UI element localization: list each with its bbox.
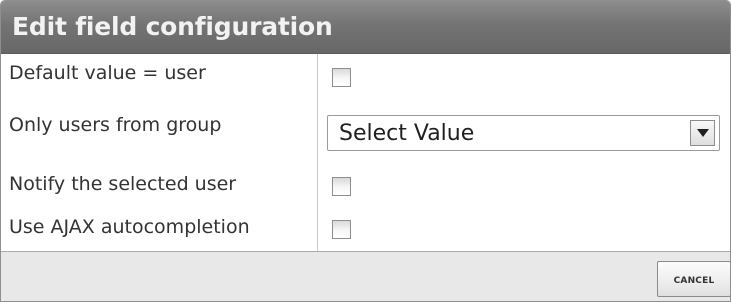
edit-field-configuration-dialog: Edit field configuration Default value =… [0, 0, 731, 302]
dialog-footer: Cancel [1, 251, 730, 301]
chevron-down-icon [696, 129, 709, 137]
group-select-dropdown-button[interactable] [690, 120, 715, 146]
dialog-title: Edit field configuration [12, 12, 333, 41]
default-value-row: Default value = user [1, 54, 730, 100]
cancel-button-label: Cancel [673, 271, 715, 287]
dialog-header: Edit field configuration [1, 1, 730, 54]
ajax-row: Use AJAX autocompletion [1, 208, 730, 254]
default-value-label: Default value = user [9, 62, 206, 84]
notify-row: Notify the selected user [1, 165, 730, 211]
default-value-checkbox[interactable] [332, 68, 351, 87]
group-select-value: Select Value [339, 121, 475, 146]
ajax-label: Use AJAX autocompletion [9, 216, 250, 238]
group-filter-label: Only users from group [9, 114, 222, 136]
notify-checkbox[interactable] [332, 177, 351, 196]
ajax-checkbox[interactable] [332, 220, 351, 239]
group-select[interactable]: Select Value [327, 115, 720, 151]
cancel-button[interactable]: Cancel [657, 261, 730, 297]
notify-label: Notify the selected user [9, 173, 237, 195]
